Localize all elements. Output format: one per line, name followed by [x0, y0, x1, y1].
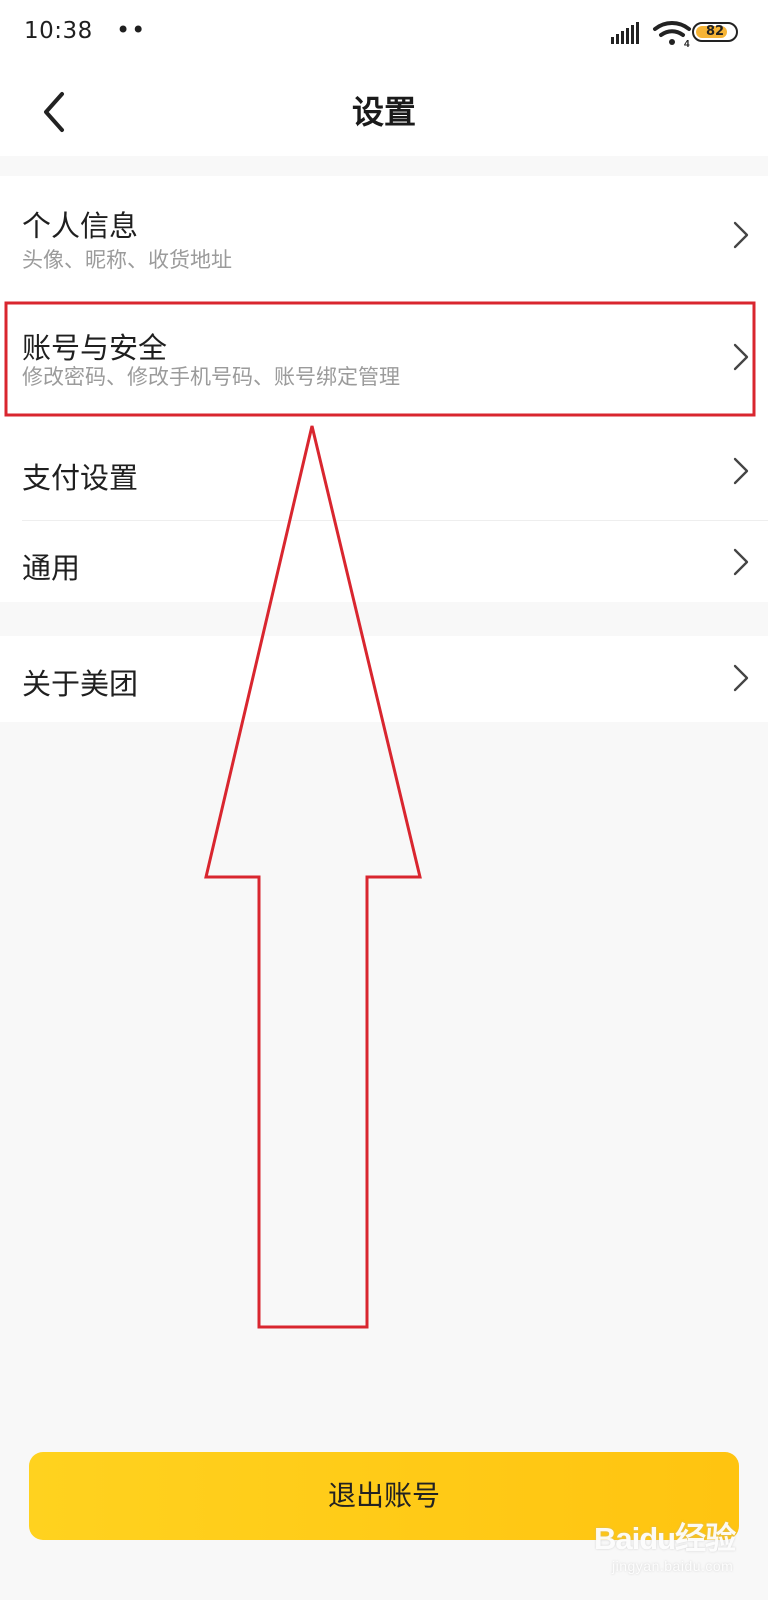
chevron-right-icon [733, 343, 749, 371]
chevron-right-icon [733, 664, 749, 692]
settings-group-primary: 个人信息 头像、昵称、收货地址 账号与安全 修改密码、修改手机号码、账号绑定管理… [0, 176, 768, 602]
status-bar: 10:38 •• 4 82 [0, 0, 768, 68]
watermark: Baidu经验 jingyan.baidu.com [578, 1503, 758, 1593]
watermark-logo: Baidu经验 [594, 1521, 736, 1556]
settings-item-subtitle: 修改密码、修改手机号码、账号绑定管理 [22, 365, 400, 389]
settings-item-title: 支付设置 [22, 461, 139, 495]
battery-icon: 82 [692, 22, 738, 42]
wifi-badge: 4 [684, 39, 690, 48]
settings-item-title: 个人信息 [22, 209, 139, 243]
watermark-url: jingyan.baidu.com [612, 1558, 734, 1574]
chevron-right-icon [733, 221, 749, 249]
settings-item-personal-info[interactable]: 个人信息 头像、昵称、收货地址 [0, 176, 768, 294]
settings-item-subtitle: 头像、昵称、收货地址 [22, 248, 232, 272]
page-title: 设置 [351, 93, 416, 131]
settings-item-payment[interactable]: 支付设置 [0, 428, 768, 512]
wifi-icon: 4 [653, 21, 691, 48]
status-time: 10:38 [24, 18, 93, 44]
settings-group-about: 关于美团 [0, 636, 768, 722]
settings-item-about[interactable]: 关于美团 [0, 636, 768, 722]
notification-dots: •• [116, 16, 147, 44]
navigation-bar: 设置 [0, 68, 768, 156]
settings-item-title: 关于美团 [22, 667, 139, 701]
settings-item-general[interactable]: 通用 [0, 521, 768, 602]
signal-icon [611, 22, 639, 44]
settings-item-account-security[interactable]: 账号与安全 修改密码、修改手机号码、账号绑定管理 [0, 304, 768, 412]
chevron-right-icon [733, 457, 749, 485]
chevron-right-icon [733, 548, 749, 576]
settings-item-title: 通用 [22, 551, 81, 585]
battery-level: 82 [705, 24, 725, 39]
